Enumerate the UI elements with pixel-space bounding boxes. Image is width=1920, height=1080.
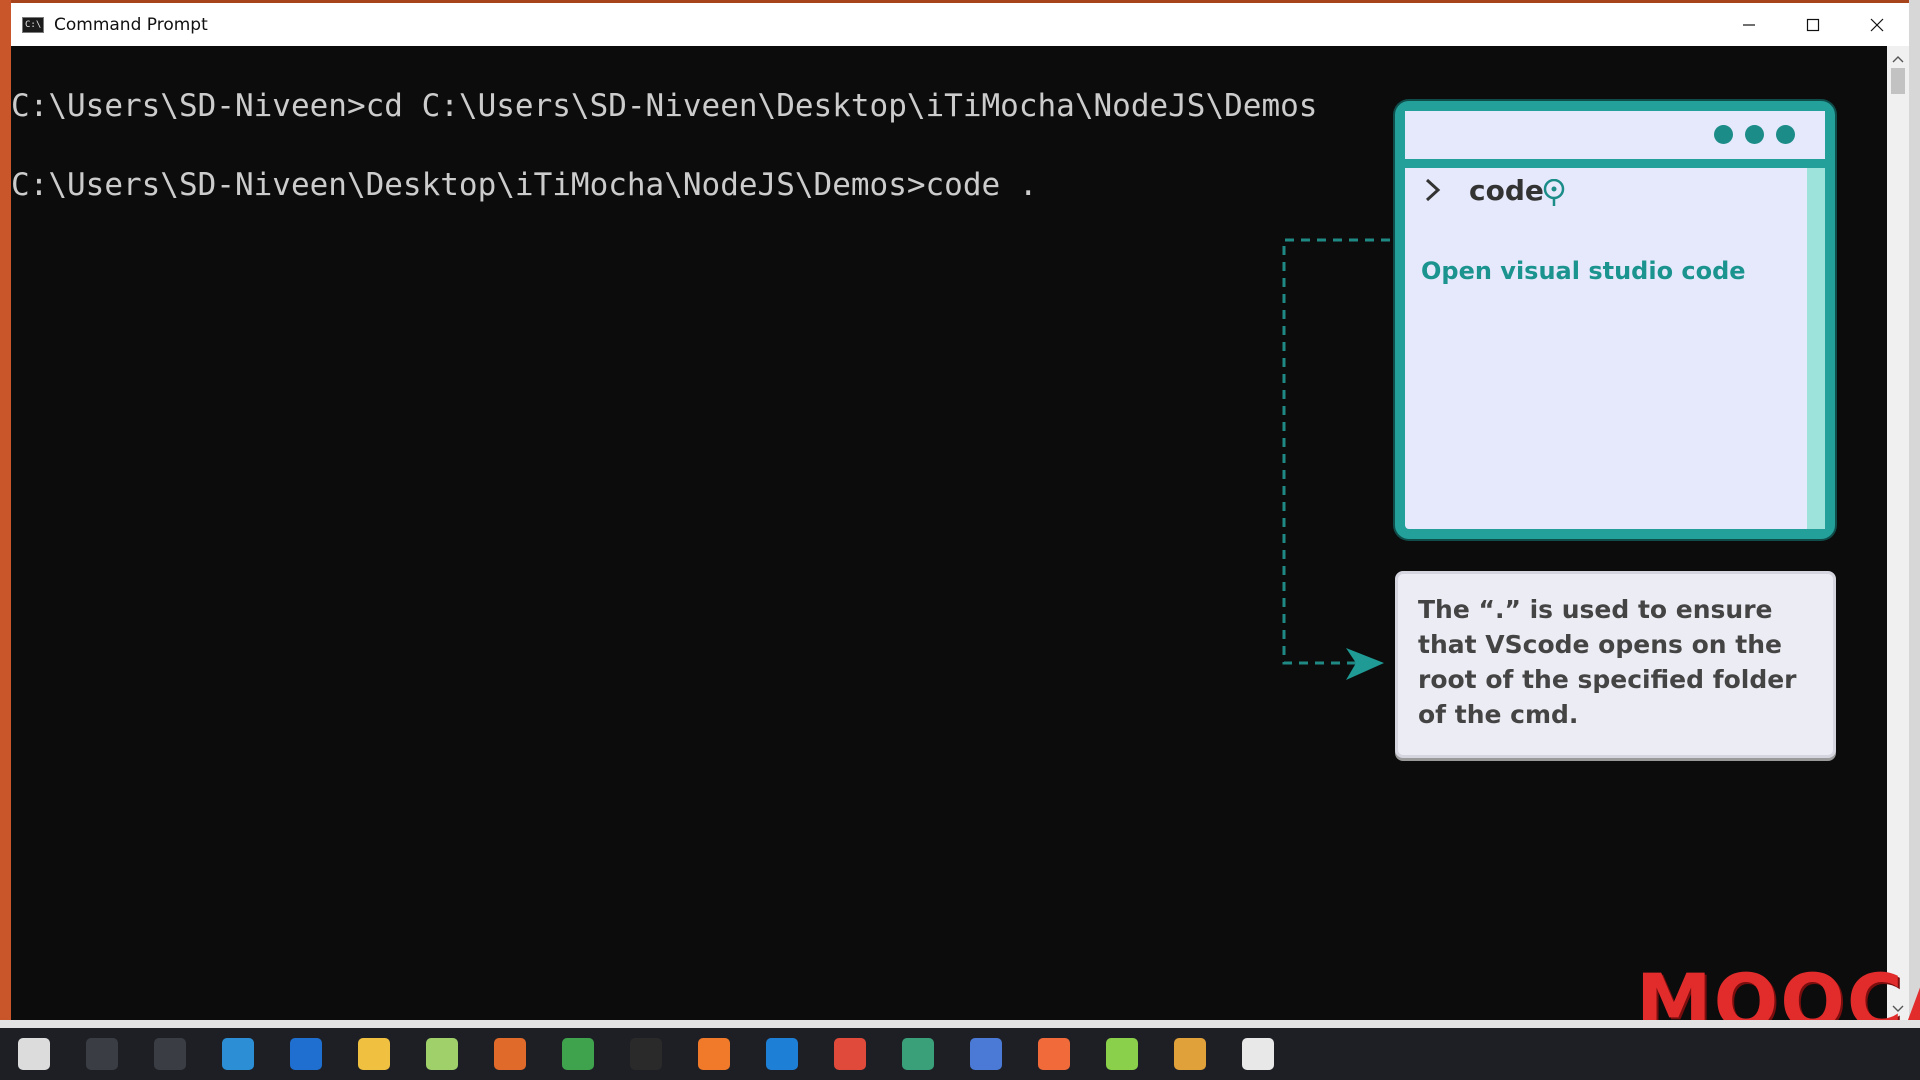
start-icon[interactable]	[18, 1038, 50, 1070]
chevron-down-icon	[1892, 1005, 1904, 1012]
command-prompt-window: C:\ Command Prompt C:\Users\SD-Niveen>cd…	[11, 0, 1909, 1022]
app-white-icon[interactable]	[1242, 1038, 1274, 1070]
vscode-icon[interactable]	[766, 1038, 798, 1070]
app-lime-icon[interactable]	[1106, 1038, 1138, 1070]
terminal-line: C:\Users\SD-Niveen\Desktop\iTiMocha\Node…	[11, 167, 1038, 203]
office-icon[interactable]	[494, 1038, 526, 1070]
title-bar[interactable]: C:\ Command Prompt	[11, 3, 1909, 46]
firefox-icon[interactable]	[698, 1038, 730, 1070]
maximize-button[interactable]	[1781, 3, 1845, 46]
scroll-up-button[interactable]	[1887, 48, 1909, 70]
taskbar	[0, 1028, 1920, 1080]
minimize-button[interactable]	[1717, 3, 1781, 46]
app-chrome2-icon[interactable]	[1174, 1038, 1206, 1070]
window-controls	[1717, 3, 1909, 46]
task-view-icon[interactable]	[154, 1038, 186, 1070]
scroll-thumb[interactable]	[1891, 68, 1905, 94]
cmd-icon[interactable]	[630, 1038, 662, 1070]
desktop-edge	[0, 0, 11, 1020]
app-red-icon[interactable]	[834, 1038, 866, 1070]
terminal-output[interactable]: C:\Users\SD-Niveen>cd C:\Users\SD-Niveen…	[11, 46, 1887, 1022]
file-explorer-icon[interactable]	[358, 1038, 390, 1070]
edge-icon[interactable]	[222, 1038, 254, 1070]
app-blue-icon[interactable]	[970, 1038, 1002, 1070]
browser-icon[interactable]	[290, 1038, 322, 1070]
chevron-up-icon	[1892, 56, 1904, 63]
search-icon[interactable]	[86, 1038, 118, 1070]
status-strip	[0, 1020, 1920, 1028]
vertical-scrollbar[interactable]	[1887, 46, 1909, 1022]
close-button[interactable]	[1845, 3, 1909, 46]
app-orange-icon[interactable]	[1038, 1038, 1070, 1070]
maximize-icon	[1806, 18, 1820, 31]
close-icon	[1870, 18, 1884, 31]
app-green-icon[interactable]	[902, 1038, 934, 1070]
window-title: Command Prompt	[54, 14, 208, 35]
minimize-icon	[1743, 23, 1755, 26]
cmd-app-icon[interactable]: C:\	[22, 16, 44, 33]
scroll-down-button[interactable]	[1887, 998, 1909, 1020]
chrome-icon[interactable]	[562, 1038, 594, 1070]
terminal-line: C:\Users\SD-Niveen>cd C:\Users\SD-Niveen…	[11, 88, 1318, 124]
notepad-icon[interactable]	[426, 1038, 458, 1070]
